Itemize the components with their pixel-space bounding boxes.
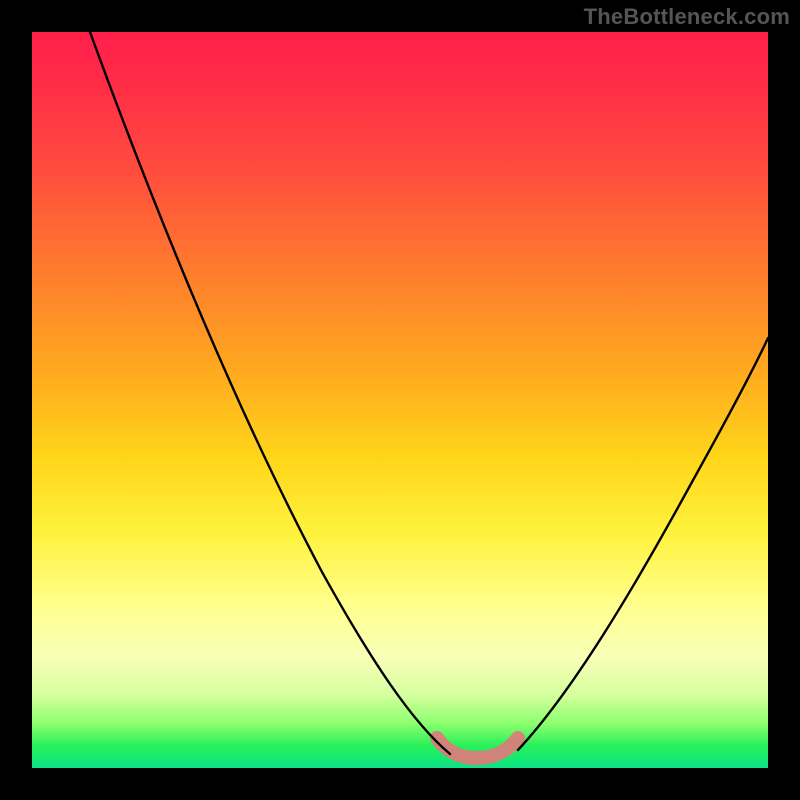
watermark-text: TheBottleneck.com bbox=[584, 4, 790, 30]
curve-right-branch bbox=[518, 338, 768, 750]
curve-overlay bbox=[32, 32, 768, 768]
trough-highlight bbox=[437, 738, 518, 758]
chart-frame: TheBottleneck.com bbox=[0, 0, 800, 800]
plot-area bbox=[32, 32, 768, 768]
curve-left-branch bbox=[90, 32, 450, 754]
